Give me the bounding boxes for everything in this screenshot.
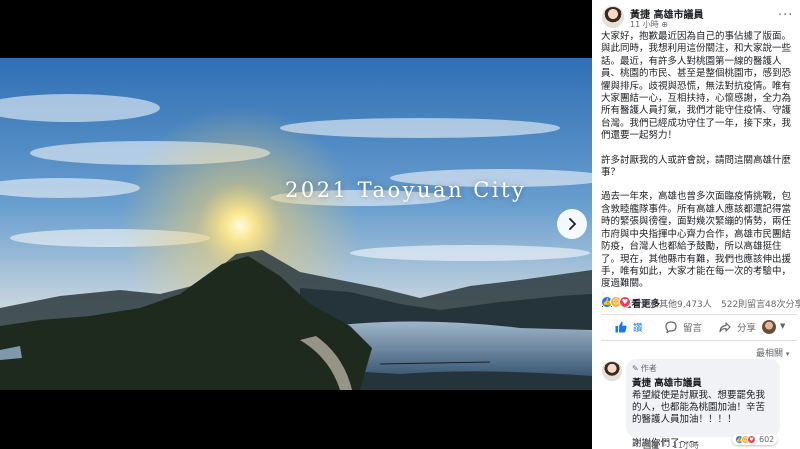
commenter-avatar[interactable] [602, 361, 622, 381]
share-label: 分享 [737, 323, 757, 334]
post-time[interactable]: 11 小時 [630, 20, 659, 29]
post-paragraph: 許多討厭我的人或許會說，請問這關高雄什麼事？ [601, 154, 792, 179]
like-label: 讚 [633, 323, 643, 334]
more-options-icon[interactable]: ··· [778, 8, 793, 23]
comment-button[interactable]: 留言 [665, 320, 702, 334]
reaction-count[interactable]: 你和其他9,473人 [641, 297, 712, 310]
caret-down-icon[interactable]: ▼ [780, 322, 785, 330]
divider [601, 314, 797, 315]
photo-viewer: 2021 Taoyuan City [0, 0, 592, 449]
viewer-avatar[interactable] [762, 320, 776, 334]
like-button[interactable]: 讚 [615, 320, 643, 334]
love-reaction-icon: ♥ [747, 435, 756, 444]
pen-icon: ✎ [632, 364, 639, 373]
globe-icon: ⊕ [661, 20, 668, 29]
divider [601, 340, 797, 341]
comment-reactions[interactable]: 👍 ☺ ♥ 602 [732, 434, 778, 445]
chevron-right-icon [569, 218, 576, 230]
author-avatar[interactable] [602, 6, 624, 28]
caret-down-icon: ▾ [785, 350, 790, 358]
reply-link[interactable]: 回覆 [643, 441, 659, 449]
post-paragraph: 過去一年來，高雄也曾多次面臨疫情挑戰，包含敦睦艦隊事件。所有高雄人應該都還記得當… [601, 191, 792, 290]
share-count[interactable]: 48次分享 [765, 297, 800, 310]
comment-label: 留言 [683, 323, 703, 334]
separator: · [664, 441, 668, 449]
thumbs-up-icon [615, 321, 627, 333]
share-icon [719, 322, 731, 333]
post-panel: 黃捷 高雄市議員 11 小時 ⊕ ··· 大家好，抱歉最近因為自己的事佔據了版面… [592, 0, 800, 449]
share-button[interactable]: 分享 [719, 320, 756, 334]
comment-count[interactable]: 522則留言 [721, 297, 765, 310]
post-meta: 11 小時 ⊕ [630, 19, 668, 30]
comment-bubble: ✎ 作者 黃捷 高雄市議員 希望縱使是討厭我、想要罷免我的人，也都能為桃園加油！… [626, 359, 780, 449]
comment-icon [665, 321, 677, 333]
reaction-icons[interactable]: 👍 ☺ ♥ [601, 296, 631, 308]
comment-time[interactable]: 11小時 [673, 441, 699, 449]
commenter-name[interactable]: 黃捷 高雄市議員 [632, 375, 774, 389]
reaction-summary: 👍 ☺ ♥ 你和其他9,473人 522則留言 48次分享 [601, 296, 800, 310]
sort-label: 最相關 [756, 349, 784, 359]
comment-actions: · 回覆 · 11小時 [632, 440, 699, 449]
author-badge-label: 作者 [640, 364, 657, 373]
author-badge: ✎ 作者 [632, 363, 774, 374]
separator: · [635, 441, 638, 449]
next-photo-button[interactable] [557, 209, 587, 239]
comment-sort[interactable]: 最相關 ▾ [756, 346, 789, 359]
love-reaction-icon: ♥ [619, 296, 631, 308]
post-photo[interactable] [0, 58, 592, 390]
post-header: 黃捷 高雄市議員 11 小時 ⊕ [602, 6, 703, 29]
photo-caption: 2021 Taoyuan City [285, 178, 527, 202]
post-body: 大家好，抱歉最近因為自己的事佔據了版面。與此同時，我想利用這份關注，和大家說一些… [601, 31, 797, 311]
comment-text: 希望縱使是討厭我、想要罷免我的人，也都能為桃園加油！辛苦的醫護人員加油！！！！ [632, 390, 766, 426]
comment-reaction-count: 602 [759, 435, 775, 444]
post-paragraph: 大家好，抱歉最近因為自己的事佔據了版面。與此同時，我想利用這份關注，和大家說一些… [601, 31, 792, 142]
photo-landscape [0, 58, 592, 390]
